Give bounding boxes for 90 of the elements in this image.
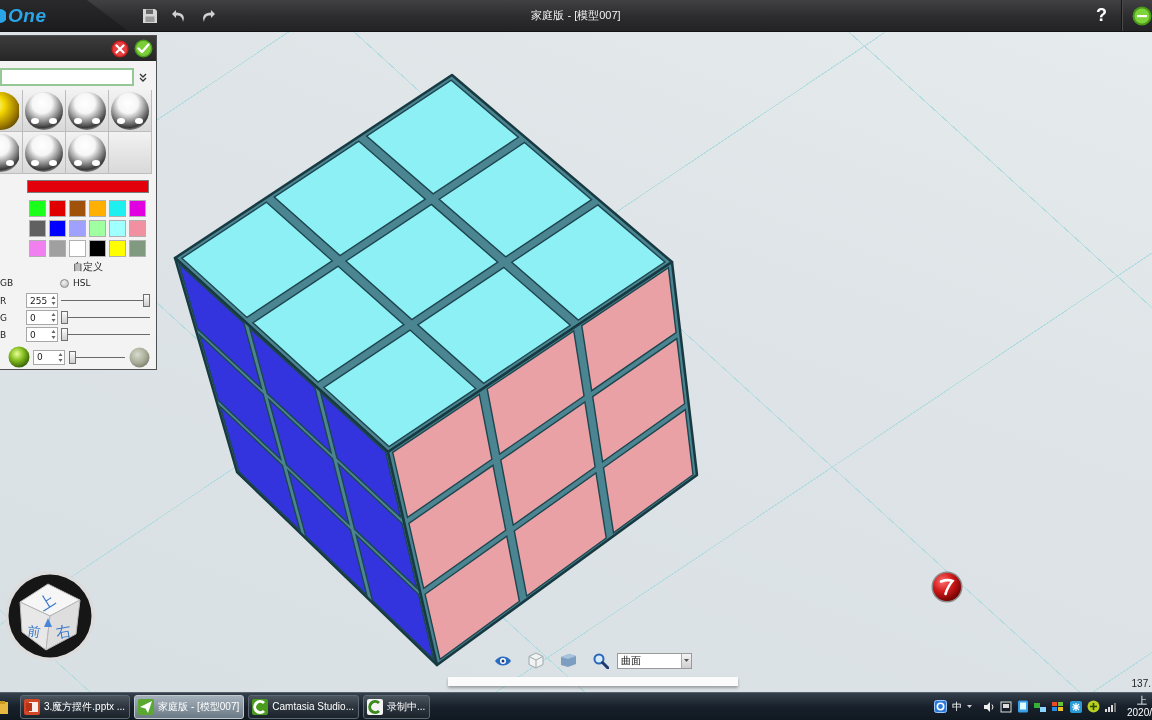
channel-value-field[interactable]: 0	[26, 327, 58, 342]
window-icon[interactable]	[1000, 700, 1012, 713]
display-mode-dropdown[interactable]: 曲面	[617, 652, 692, 669]
help-button[interactable]: ?	[1096, 5, 1107, 26]
taskbar-button[interactable]: Camtasia Studio...	[248, 694, 359, 719]
channel-label: B	[0, 329, 7, 340]
color-swatch[interactable]	[89, 220, 106, 237]
material-name-field[interactable]	[0, 68, 134, 86]
plus-circle-icon[interactable]	[1087, 700, 1100, 713]
minimize-icon[interactable]	[1132, 5, 1152, 26]
color-swatch[interactable]	[69, 220, 86, 237]
custom-color-link[interactable]: 自定义	[73, 261, 103, 272]
color-swatch[interactable]	[29, 220, 46, 237]
app-logo: One	[8, 4, 47, 27]
ring-logo-icon	[251, 697, 270, 716]
eye-icon[interactable]	[494, 654, 512, 667]
slider-thumb[interactable]	[143, 294, 150, 307]
color-swatch[interactable]	[109, 220, 126, 237]
material-tile[interactable]	[23, 132, 65, 173]
material-tile[interactable]	[66, 90, 108, 131]
color-swatch[interactable]	[89, 200, 106, 217]
material-tile[interactable]	[109, 132, 151, 173]
color-swatch[interactable]	[109, 240, 126, 257]
material-tile[interactable]	[23, 90, 65, 131]
search-icon[interactable]	[593, 652, 609, 669]
material-tile[interactable]	[0, 132, 22, 173]
tablet-icon[interactable]	[1017, 700, 1029, 713]
speaker-icon[interactable]	[983, 700, 995, 713]
channel-label: R	[0, 295, 7, 306]
color-swatch[interactable]	[49, 220, 66, 237]
snowflake-icon[interactable]	[1070, 700, 1082, 713]
view-cube[interactable]: 上 前 右	[4, 570, 96, 662]
flag-icon[interactable]	[1052, 700, 1065, 713]
spin-arrows-icon[interactable]	[51, 329, 56, 340]
color-swatch[interactable]	[129, 220, 146, 237]
input-language[interactable]: 中	[952, 699, 962, 714]
metal-sphere-icon	[68, 91, 106, 130]
taskbar-button[interactable]: 3.魔方摆件.pptx ...	[20, 694, 131, 719]
color-swatch[interactable]	[29, 200, 46, 217]
double-chevron-icon[interactable]	[139, 72, 147, 82]
slider-thumb[interactable]	[69, 350, 76, 364]
color-swatch[interactable]	[109, 200, 126, 217]
spin-arrows-icon[interactable]	[51, 295, 56, 306]
channel-value-field[interactable]: 0	[26, 310, 58, 325]
slider-thumb[interactable]	[61, 311, 68, 324]
shaded-sphere-icon[interactable]	[8, 346, 30, 368]
color-mode-label: GB	[0, 278, 14, 288]
signal-bars-icon[interactable]	[1105, 701, 1116, 712]
material-tile[interactable]	[66, 132, 108, 173]
color-swatch[interactable]	[29, 240, 46, 257]
color-swatch[interactable]	[69, 200, 86, 217]
ring-logo-icon	[366, 697, 384, 716]
check-icon[interactable]	[134, 39, 153, 58]
slider-thumb[interactable]	[61, 328, 68, 341]
caret-down-icon	[684, 659, 689, 662]
logo-mark-icon	[0, 7, 6, 24]
taskbar-button[interactable]: 录制中...	[363, 694, 431, 719]
color-swatch[interactable]	[49, 200, 66, 217]
save-icon[interactable]	[142, 7, 158, 24]
clock-text: 上	[1137, 694, 1148, 707]
matte-sphere-icon[interactable]	[129, 346, 150, 368]
metal-sphere-icon	[25, 133, 63, 172]
metal-sphere-icon	[111, 91, 149, 130]
material-tile[interactable]	[109, 90, 151, 131]
paper-plane-icon	[137, 697, 156, 716]
window-title: 家庭版 - [模型007]	[531, 8, 621, 23]
color-swatch[interactable]	[129, 240, 146, 257]
metal-sphere-icon	[68, 133, 106, 172]
slides-icon	[23, 697, 41, 716]
ball-icon	[931, 571, 963, 603]
close-icon[interactable]	[111, 39, 129, 58]
spin-arrows-icon[interactable]	[51, 312, 56, 323]
network-icon[interactable]	[1034, 700, 1047, 713]
coordinate-readout: 137.	[1131, 678, 1151, 689]
channel-value-field[interactable]: 255	[26, 293, 58, 308]
hsl-label: HSL	[73, 278, 91, 288]
hsl-radio-button[interactable]	[60, 278, 69, 288]
clock-text: 2020/	[1127, 706, 1152, 719]
color-swatch[interactable]	[129, 200, 146, 217]
folder-icon[interactable]	[0, 698, 8, 715]
material-tile[interactable]	[0, 90, 22, 131]
color-swatch[interactable]	[69, 240, 86, 257]
caret-down-icon[interactable]	[967, 705, 972, 708]
channel-label: G	[0, 312, 7, 323]
metal-sphere-icon	[25, 91, 63, 130]
color-swatch[interactable]	[89, 240, 106, 257]
input-method-icon[interactable]	[934, 700, 947, 713]
spin-arrows-icon[interactable]	[58, 351, 63, 363]
color-swatch[interactable]	[49, 240, 66, 257]
brightness-value-field[interactable]: 0	[33, 349, 65, 365]
